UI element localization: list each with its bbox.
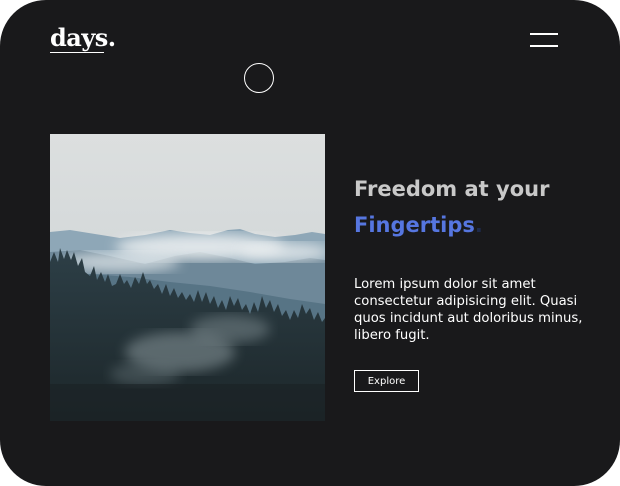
headline-accent-period: . (474, 213, 483, 237)
menu-line-top (530, 33, 558, 35)
app-window: days. Freedom at your Fingertips. Lorem … (0, 0, 620, 486)
hero-headline: Freedom at your (354, 177, 550, 201)
hamburger-menu-icon[interactable] (530, 33, 558, 47)
menu-line-bottom (530, 45, 558, 47)
logo-underline (50, 52, 104, 53)
explore-button[interactable]: Explore (354, 370, 419, 392)
headline-accent-word: Fingertips (354, 213, 475, 237)
brand-logo[interactable]: days. (50, 24, 116, 52)
hero-body-text: Lorem ipsum dolor sit amet consectetur a… (354, 277, 583, 343)
hero-headline-accent: Fingertips. (354, 210, 483, 240)
cursor-circle-icon (244, 63, 274, 93)
misty-mountain-forest-image (50, 134, 325, 421)
